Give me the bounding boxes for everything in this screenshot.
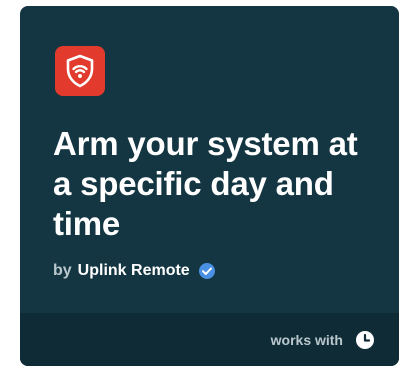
applet-card[interactable]: Arm your system at a specific day and ti… [20,6,399,366]
author-name[interactable]: Uplink Remote [78,262,190,280]
verified-check-icon [198,262,216,280]
works-with-label: works with [270,331,343,348]
author-row: by Uplink Remote [53,260,216,282]
by-label: by [53,262,72,279]
applet-title: Arm your system at a specific day and ti… [53,125,358,242]
clock-icon [355,330,375,350]
uplink-shield-wifi-icon [55,46,105,96]
card-footer: works with [20,313,399,366]
